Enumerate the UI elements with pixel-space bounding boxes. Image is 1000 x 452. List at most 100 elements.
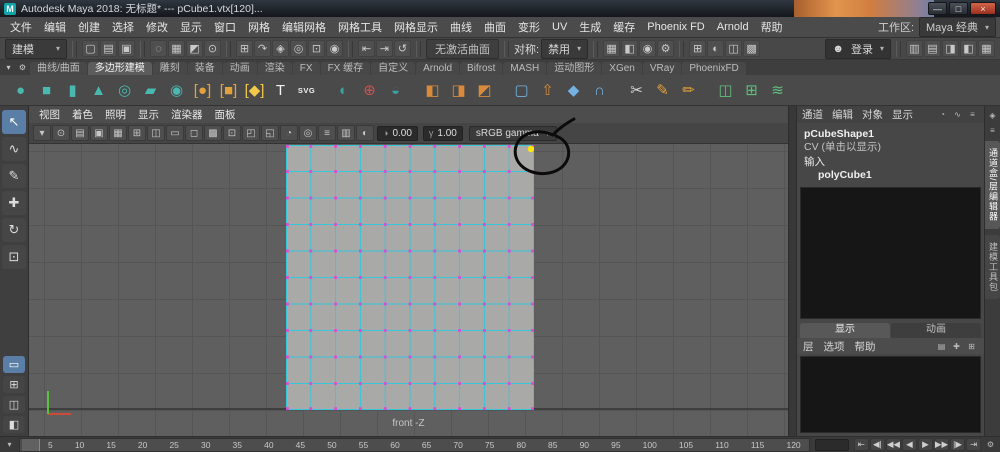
step-forward-key-button[interactable]: ▶▶ <box>933 438 949 451</box>
new-scene-icon[interactable]: ▢ <box>82 40 99 57</box>
extrude-icon[interactable]: ⇧ <box>535 77 560 103</box>
new-layer-from-selected-icon[interactable]: ⊞ <box>965 340 978 352</box>
layer-list-area[interactable] <box>800 356 981 433</box>
shelf-tab[interactable]: XGen <box>602 62 642 75</box>
rotate-tool[interactable]: ↻ <box>2 218 26 242</box>
bevel-icon[interactable]: ◆ <box>561 77 586 103</box>
camera-select-icon[interactable]: ▾ <box>33 125 51 141</box>
bookmarks-icon[interactable]: ▣ <box>90 125 108 141</box>
menu-item[interactable]: 窗口 <box>208 19 242 35</box>
lasso-tool[interactable]: ∿ <box>2 137 26 161</box>
selection-highlight-icon[interactable]: ⊙ <box>204 40 221 57</box>
quad-draw-icon[interactable]: ✎ <box>650 77 675 103</box>
layout-two-pane-side[interactable]: ◫ <box>3 396 25 413</box>
smooth-icon[interactable]: ▢ <box>509 77 534 103</box>
shelf-tab[interactable]: 雕刻 <box>152 62 187 75</box>
maximize-button[interactable]: □ <box>949 2 968 15</box>
snap-origin-icon[interactable]: ⊕ <box>357 77 382 103</box>
channel-settings-icon[interactable]: ≡ <box>966 109 979 121</box>
gate-mask-icon[interactable]: ▩ <box>204 125 222 141</box>
type-tool-icon[interactable]: T <box>268 77 293 103</box>
separate-icon[interactable]: ◒ <box>383 77 408 103</box>
play-forwards-button[interactable]: ▶ <box>917 438 933 451</box>
boolean-intersect-icon[interactable]: ◩ <box>472 77 497 103</box>
panel-menu-item[interactable]: 照明 <box>99 107 132 122</box>
move-tool[interactable]: ✚ <box>2 191 26 215</box>
poly-cone-icon[interactable]: ▲ <box>86 77 111 103</box>
panel-menu-item[interactable]: 渲染器 <box>165 107 209 122</box>
channel-box-menu-item[interactable]: 对象 <box>862 107 883 122</box>
step-back-frame-button[interactable]: ◀| <box>869 438 885 451</box>
field-chart-icon[interactable]: ⊡ <box>223 125 241 141</box>
layer-options-icon[interactable]: ▤ <box>935 340 948 352</box>
toggle-humanik-icon[interactable]: ▤ <box>924 40 941 57</box>
shelf-tab[interactable]: 运动图形 <box>547 62 602 75</box>
menu-item[interactable]: 编辑 <box>38 19 72 35</box>
shelf-tab[interactable]: FX 缓存 <box>320 62 371 75</box>
layer-menu-item[interactable]: 帮助 <box>855 339 876 354</box>
time-slider[interactable]: 5 10 15 20 25 30 35 40 45 50 55 60 65 70 75 80 85 90 95 100… <box>19 437 810 452</box>
gamma-field[interactable]: γ 1.00 <box>422 125 463 141</box>
cv-hint[interactable]: CV (单击以显示) <box>804 141 984 154</box>
menu-item[interactable]: 曲面 <box>478 19 512 35</box>
layer-menu-item[interactable]: 选项 <box>824 339 845 354</box>
select-component-icon[interactable]: ◩ <box>186 40 203 57</box>
current-time-marker[interactable] <box>22 438 40 451</box>
menu-item[interactable]: 变形 <box>512 19 546 35</box>
step-forward-frame-button[interactable]: |▶ <box>950 438 965 451</box>
boolean-difference-icon[interactable]: ◨ <box>446 77 471 103</box>
menu-item[interactable]: 网格工具 <box>332 19 388 35</box>
shelf-tab[interactable]: 渲染 <box>257 62 292 75</box>
grid-toggle-icon[interactable]: ◫ <box>147 125 165 141</box>
image-plane-icon[interactable]: ▦ <box>109 125 127 141</box>
snap-grid-icon[interactable]: ⊞ <box>236 40 253 57</box>
safe-title-icon[interactable]: ◱ <box>261 125 279 141</box>
select-hierarchy-icon[interactable]: ◌ <box>150 40 167 57</box>
menu-item[interactable]: 生成 <box>573 19 607 35</box>
go-to-end-button[interactable]: ⇥ <box>966 438 981 451</box>
menu-item[interactable]: 网格 <box>242 19 276 35</box>
film-gate-icon[interactable]: ▭ <box>166 125 184 141</box>
channel-list-area[interactable] <box>800 187 981 320</box>
exposure-field[interactable]: ◑ 0.00 <box>377 125 418 141</box>
select-tool[interactable]: ↖ <box>2 110 26 134</box>
interactive-curve-icon[interactable]: [◆] <box>242 77 267 103</box>
shelf-tab[interactable]: 动画 <box>222 62 257 75</box>
pan-zoom-icon[interactable]: ⊞ <box>128 125 146 141</box>
construction-history-icon[interactable]: ↺ <box>394 40 411 57</box>
close-button[interactable]: × <box>970 2 996 15</box>
input-node-name[interactable]: polyCube1 <box>804 169 984 182</box>
menu-item[interactable]: 曲线 <box>444 19 478 35</box>
panel-menu-item[interactable]: 着色 <box>66 107 99 122</box>
new-empty-layer-icon[interactable]: ✚ <box>950 340 963 352</box>
scale-tool[interactable]: ⊡ <box>2 245 26 269</box>
lock-camera-icon[interactable]: ⊙ <box>52 125 70 141</box>
poly-pipe-icon[interactable]: ◉ <box>164 77 189 103</box>
menu-set-dropdown[interactable]: 建模 ▾ <box>5 38 67 59</box>
layout-persp-outliner[interactable]: ◧ <box>3 416 25 433</box>
make-live-icon[interactable]: ◉ <box>326 40 343 57</box>
isolate-select-icon[interactable]: ≡ <box>318 125 336 141</box>
textured-toggle-icon[interactable]: ▩ <box>743 40 761 57</box>
snap-view-plane-icon[interactable]: ⊡ <box>308 40 325 57</box>
poly-torus-icon[interactable]: ◎ <box>112 77 137 103</box>
input-connections-icon[interactable]: ⇤ <box>358 40 375 57</box>
shelf-tab[interactable]: 曲线/曲面 <box>30 62 87 75</box>
shelf-tab[interactable]: Bifrost <box>460 62 503 75</box>
multi-cut-icon[interactable]: ✂ <box>624 77 649 103</box>
mirror-icon[interactable]: ◫ <box>713 77 738 103</box>
step-back-key-button[interactable]: ◀◀ <box>885 438 901 451</box>
shelf-tab[interactable]: Arnold <box>416 62 460 75</box>
snap-center-icon[interactable]: ◎ <box>290 40 307 57</box>
bridge-icon[interactable]: ∩ <box>587 77 612 103</box>
poly-cylinder-icon[interactable]: ▮ <box>60 77 85 103</box>
menu-item[interactable]: 帮助 <box>755 19 789 35</box>
panel-menu-item[interactable]: 面板 <box>209 107 242 122</box>
layer-tab[interactable]: 动画 <box>891 323 981 339</box>
boolean-union-icon[interactable]: ◧ <box>420 77 445 103</box>
frame-all-icon[interactable]: ◔ <box>280 125 298 141</box>
shelf-tab[interactable]: 自定义 <box>371 62 416 75</box>
render-current-frame-icon[interactable]: ◧ <box>621 40 639 57</box>
menu-item[interactable]: 显示 <box>174 19 208 35</box>
render-settings-icon[interactable]: ⚙ <box>657 40 675 57</box>
